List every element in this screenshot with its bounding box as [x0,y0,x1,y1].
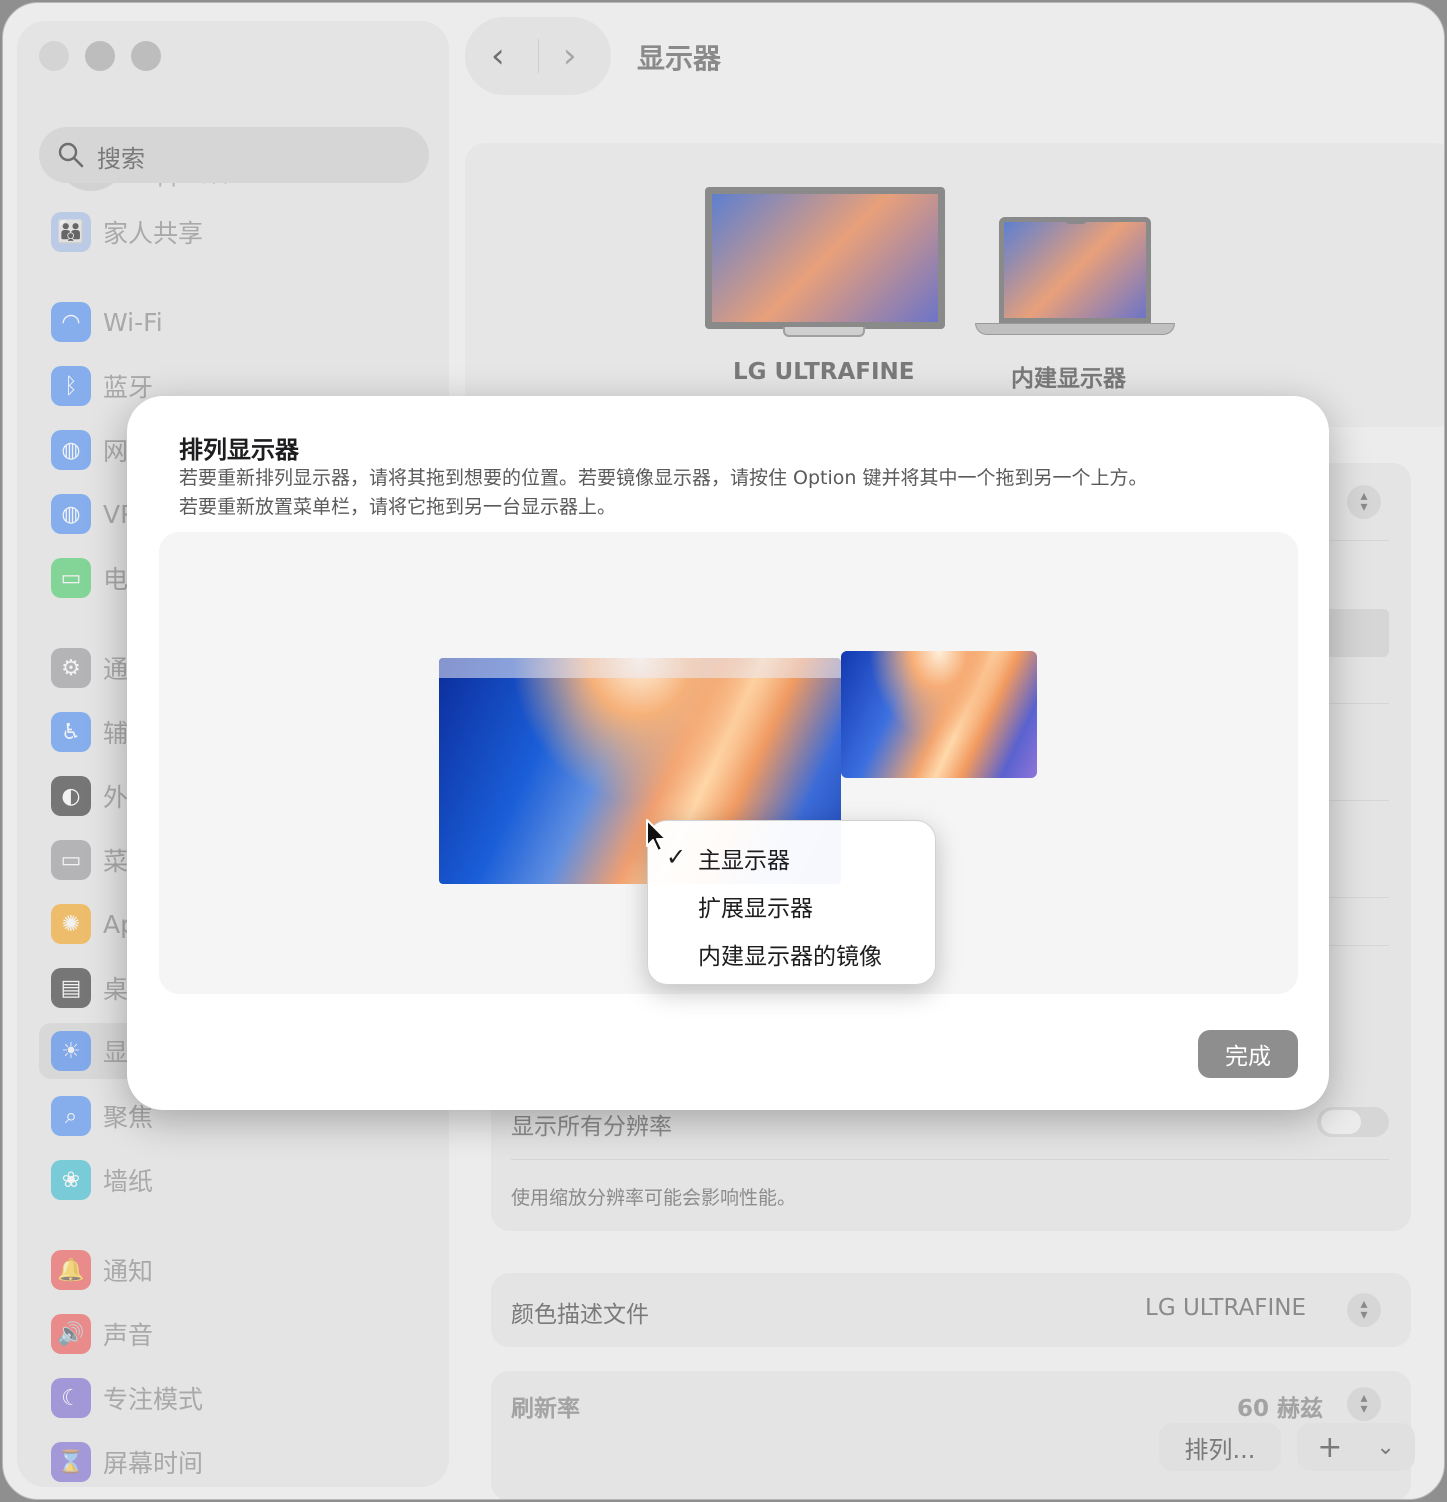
sound-icon: 🔊 [51,1314,91,1354]
sidebar-item-network[interactable]: ◍ 网 [51,427,128,473]
search-placeholder: 搜索 [97,145,145,173]
apple-intelligence-icon: ✺ [51,904,91,944]
sidebar-item-apple-intelligence[interactable]: ✺ Ap [51,901,136,947]
refresh-rate-stepper-icon[interactable]: ▴ ▾ [1347,1387,1381,1421]
sidebar-item-wallpaper[interactable]: ❀ 墙纸 [51,1157,153,1203]
show-all-resolutions-label: 显示所有分辨率 [511,1114,672,1140]
external-monitor-thumbnail[interactable] [705,187,945,329]
sidebar-item-bluetooth[interactable]: ᛒ 蓝牙 [51,363,153,409]
accessibility-icon: ♿ [51,712,91,752]
back-button[interactable]: ‹ [491,39,505,73]
display-label-lg: LG ULTRAFINE [733,359,915,385]
show-all-resolutions-toggle[interactable] [1317,1107,1389,1137]
sidebar-item-wifi[interactable]: ◠ Wi-Fi [51,299,163,345]
page-title: 显示器 [637,42,722,75]
sidebar-item-appearance[interactable]: ◐ 外 [51,773,128,819]
general-gear-icon: ⚙ [51,648,91,688]
menu-item-main-display[interactable]: 主显示器 [698,841,790,875]
forward-button[interactable]: › [563,39,577,73]
menubar-strip[interactable] [439,658,841,678]
sidebar-item-general[interactable]: ⚙ 通 [51,645,128,691]
sidebar-item-accessibility[interactable]: ♿ 辅 [51,709,128,755]
zoom-button[interactable] [131,41,161,71]
system-settings-window: Apple账户 搜索 👪 家人共享 ◠ Wi-Fi ᛒ 蓝牙 ◍ 网 ◍ VP … [2,2,1445,1500]
sidebar-item-battery[interactable]: ▭ 电 [51,555,128,601]
dialog-desc-line-2: 若要重新放置菜单栏，请将它拖到另一台显示器上。 [179,496,617,518]
mouse-pointer-icon [646,819,667,852]
chevron-down-icon: ⌄ [1376,1434,1395,1460]
focus-moon-icon: ☾ [51,1378,91,1418]
display-label-builtin: 内建显示器 [1011,366,1126,392]
bluetooth-icon: ᛒ [51,366,91,406]
desktop-dock-icon: ▤ [51,968,91,1008]
dialog-title: 排列显示器 [179,436,299,464]
navigation-controls: ‹ › [465,17,611,95]
display-sun-icon: ☀ [51,1031,91,1071]
globe-icon: ◍ [51,430,91,470]
plus-icon: + [1317,1429,1343,1465]
dialog-description: 若要重新排列显示器，请将其拖到想要的位置。若要镜像显示器，请按住 Option … [179,464,1148,522]
laptop-base [975,323,1175,335]
refresh-rate-value[interactable]: 60 赫兹 [1237,1389,1323,1423]
family-icon: 👪 [51,212,91,252]
color-profile-value[interactable]: LG ULTRAFINE [1145,1295,1306,1321]
spotlight-icon: ⌕ [51,1096,91,1136]
battery-icon: ▭ [51,558,91,598]
minimize-button[interactable] [85,41,115,71]
sidebar-item-desktop-dock[interactable]: ▤ 桌 [51,965,128,1011]
builtin-display-thumbnail[interactable] [999,217,1151,323]
dialog-desc-line-1: 若要重新排列显示器，请将其拖到想要的位置。若要镜像显示器，请按住 Option … [179,467,1148,489]
arrange-displays-dialog: 排列显示器 若要重新排列显示器，请将其拖到想要的位置。若要镜像显示器，请按住 O… [127,396,1329,1110]
menubar-icon: ▭ [51,840,91,880]
sidebar-item-screen-time[interactable]: ⌛ 屏幕时间 [51,1439,203,1485]
vpn-icon: ◍ [51,494,91,534]
color-profile-label: 颜色描述文件 [511,1302,649,1328]
display-context-menu: ✓ 主显示器 扩展显示器 内建显示器的镜像 [647,820,936,985]
menu-item-extended-display[interactable]: 扩展显示器 [698,889,813,923]
sidebar-item-menubar[interactable]: ▭ 菜 [51,837,128,883]
screen-time-icon: ⌛ [51,1442,91,1482]
monitor-stand [783,327,865,337]
appearance-icon: ◐ [51,776,91,816]
menu-item-mirror-builtin[interactable]: 内建显示器的镜像 [698,937,882,971]
done-button[interactable]: 完成 [1198,1030,1298,1078]
sidebar-item-family[interactable]: 👪 家人共享 [51,209,203,255]
stepper-icon[interactable]: ▴ ▾ [1347,485,1381,519]
search-icon [58,142,84,168]
refresh-rate-label: 刷新率 [511,1396,580,1422]
builtin-display-screen[interactable] [841,651,1037,778]
resolution-note: 使用缩放分辨率可能会影响性能。 [511,1187,797,1209]
wallpaper-icon: ❀ [51,1160,91,1200]
sidebar-item-sound[interactable]: 🔊 声音 [51,1311,153,1357]
sidebar-item-focus[interactable]: ☾ 专注模式 [51,1375,203,1421]
notification-bell-icon: 🔔 [51,1250,91,1290]
displays-overview [465,143,1444,427]
arrange-button[interactable]: 排列... [1159,1423,1281,1471]
add-display-menu[interactable]: + ⌄ [1297,1423,1415,1471]
color-profile-stepper-icon[interactable]: ▴ ▾ [1347,1293,1381,1327]
sidebar-item-notifications[interactable]: 🔔 通知 [51,1247,153,1293]
window-gear-control[interactable] [39,41,69,71]
wifi-icon: ◠ [51,302,91,342]
search-field[interactable]: 搜索 [39,127,429,183]
sidebar-item-vpn[interactable]: ◍ VP [51,491,135,537]
